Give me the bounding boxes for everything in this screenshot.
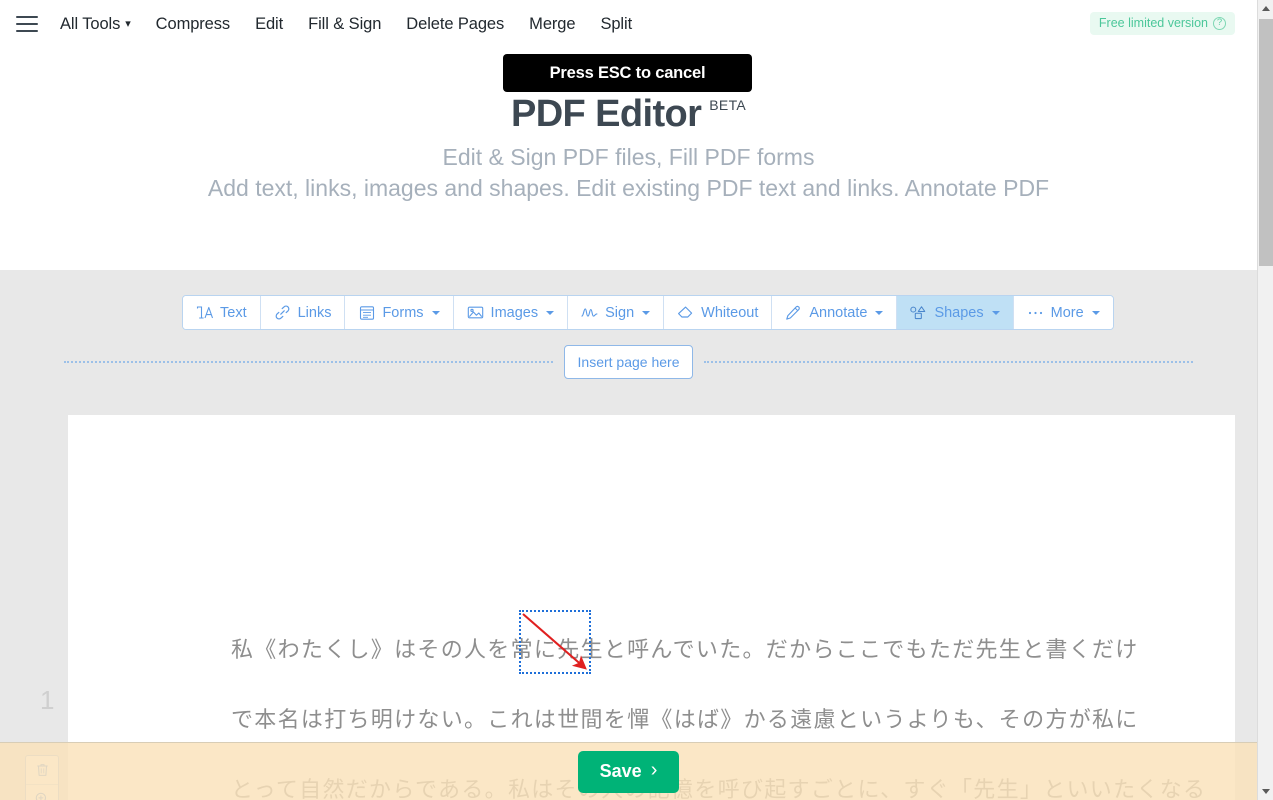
- insert-divider-right: [704, 361, 1193, 363]
- toolbar-button-label: Text: [220, 304, 247, 321]
- insert-divider-left: [64, 361, 553, 363]
- shape-selection-box[interactable]: [519, 610, 591, 674]
- toolbar-button-label: More: [1050, 304, 1084, 321]
- nav-item-compress[interactable]: Compress: [156, 15, 230, 34]
- pdf-editor-app: All Tools ▾ Compress Edit Fill & Sign De…: [0, 0, 1273, 800]
- nav-item-label: Delete Pages: [406, 14, 505, 33]
- toolbar-button-label: Shapes: [934, 304, 984, 321]
- insert-page-here-button[interactable]: Insert page here: [563, 345, 694, 379]
- page-number-label: 1: [40, 685, 55, 715]
- press-esc-toast: Press ESC to cancel: [503, 54, 752, 92]
- free-limited-version-badge[interactable]: Free limited version ?: [1089, 12, 1235, 35]
- arrow-shape-icon: [522, 613, 587, 670]
- pdf-text-line: 私《わたくし》はその人を常に先生と呼んでいた。だからここでもただ先生と書くだけ: [231, 637, 1139, 662]
- page-title: PDF Editor: [510, 93, 702, 135]
- toolbar-button-label: Images: [490, 304, 539, 321]
- hero-section: Press ESC to cancel PDF Editor BETA Edit…: [0, 48, 1257, 270]
- scroll-down-arrow-icon[interactable]: [1258, 783, 1273, 800]
- scroll-up-arrow-icon[interactable]: [1258, 0, 1273, 17]
- toolbar-button-shapes[interactable]: Shapes: [897, 296, 1014, 329]
- toolbar-button-more[interactable]: More: [1013, 296, 1113, 329]
- chevron-down-icon: [642, 310, 651, 315]
- toolbar-button-forms[interactable]: Forms: [345, 296, 454, 329]
- chevron-down-icon: [431, 310, 440, 315]
- chevron-right-icon: ›: [650, 759, 658, 781]
- signature-icon: [581, 304, 598, 321]
- save-button-label: Save: [599, 760, 642, 781]
- ellipsis-icon: [1027, 304, 1044, 321]
- save-bottom-bar: Save ›: [0, 742, 1257, 800]
- nav-item-merge[interactable]: Merge: [529, 15, 575, 34]
- form-fields-icon: [358, 304, 375, 321]
- toolbar-button-text[interactable]: Text: [183, 296, 261, 329]
- chevron-down-icon: [1091, 310, 1100, 315]
- toolbar-button-images[interactable]: Images: [453, 296, 569, 329]
- shapes-icon: [910, 304, 927, 321]
- top-navigation-bar: All Tools ▾ Compress Edit Fill & Sign De…: [0, 0, 1257, 48]
- toolbar-button-links[interactable]: Links: [260, 296, 346, 329]
- vertical-scrollbar[interactable]: [1257, 0, 1273, 800]
- nav-item-label: Edit: [255, 14, 284, 33]
- chevron-down-icon: [875, 310, 884, 315]
- free-version-label: Free limited version: [1098, 16, 1208, 30]
- chevron-down-icon: [546, 310, 555, 315]
- nav-item-fill-and-sign[interactable]: Fill & Sign: [308, 15, 381, 34]
- nav-item-edit[interactable]: Edit: [255, 15, 283, 34]
- page-title-row: PDF Editor BETA: [0, 93, 1257, 136]
- save-button[interactable]: Save ›: [577, 750, 680, 793]
- toolbar-button-label: Forms: [382, 304, 424, 321]
- hamburger-menu-icon[interactable]: [16, 16, 38, 32]
- chevron-down-icon: ▾: [125, 17, 131, 30]
- chevron-down-icon: [991, 310, 1000, 315]
- toolbar-button-label: Links: [297, 304, 332, 321]
- nav-item-split[interactable]: Split: [600, 15, 632, 34]
- toolbar-button-label: Whiteout: [701, 304, 759, 321]
- toolbar-button-annotate[interactable]: Annotate: [772, 296, 898, 329]
- text-format-icon: [196, 304, 213, 321]
- image-picture-icon: [467, 304, 484, 321]
- beta-badge: BETA: [709, 97, 747, 113]
- eraser-icon: [677, 304, 694, 321]
- toolbar-button-label: Sign: [605, 304, 635, 321]
- editor-toolbar: Text Links Forms Images Sign Whiteout An…: [182, 295, 1114, 330]
- toolbar-button-whiteout[interactable]: Whiteout: [664, 296, 773, 329]
- nav-item-delete-pages[interactable]: Delete Pages: [406, 15, 504, 34]
- nav-item-label: Merge: [529, 14, 576, 33]
- toolbar-button-label: Annotate: [809, 304, 868, 321]
- highlighter-pen-icon: [785, 304, 802, 321]
- nav-item-label: Compress: [155, 14, 231, 33]
- link-chain-icon: [274, 304, 291, 321]
- question-mark-circle-icon[interactable]: ?: [1213, 16, 1226, 30]
- nav-item-all-tools[interactable]: All Tools ▾: [60, 15, 131, 34]
- editor-workspace: Text Links Forms Images Sign Whiteout An…: [0, 270, 1257, 800]
- hero-subtitle-primary: Edit & Sign PDF files, Fill PDF forms: [442, 144, 815, 170]
- toolbar-button-sign[interactable]: Sign: [568, 296, 665, 329]
- nav-item-label: Split: [600, 14, 633, 33]
- pdf-text-line: で本名は打ち明けない。これは世間を憚《はば》かる遠慮というよりも、その方が私に: [231, 707, 1139, 732]
- nav-item-label: All Tools: [60, 14, 121, 33]
- scrollbar-thumb[interactable]: [1259, 19, 1273, 266]
- insert-page-row: Insert page here: [0, 342, 1257, 382]
- hero-subtitle-secondary: Add text, links, images and shapes. Edit…: [207, 175, 1050, 201]
- nav-item-label: Fill & Sign: [308, 14, 382, 33]
